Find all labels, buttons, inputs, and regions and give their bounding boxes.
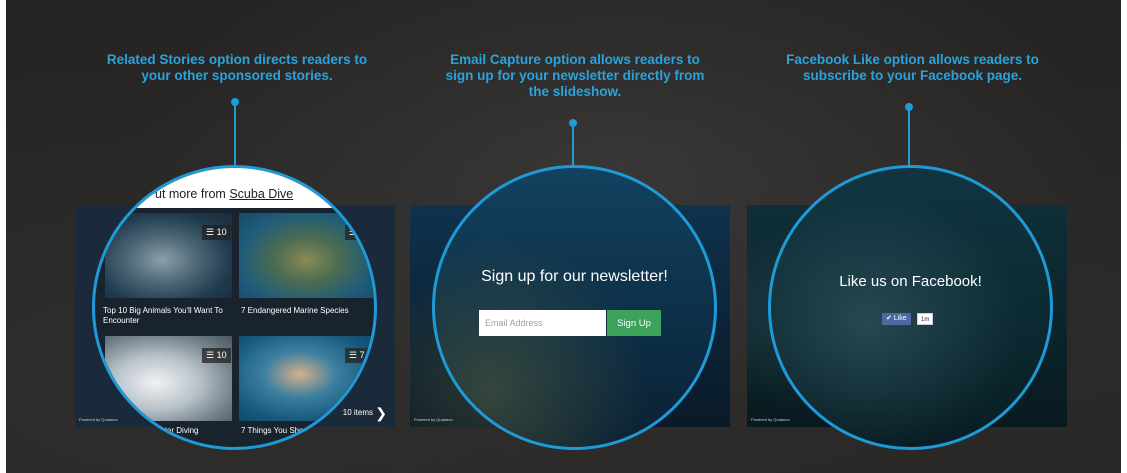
facebook-magnifier: Like us on Facebook! ✔ Like 1m 5 items ❯ <box>768 165 1053 450</box>
list-count-badge: ☰ 7 <box>345 348 369 363</box>
source-link[interactable]: Scuba Dive <box>229 187 293 201</box>
related-stories-magnifier: ut more from Scuba Dive ☰ 10 Top 10 Big … <box>92 165 377 450</box>
list-icon: ☰ <box>349 350 360 360</box>
items-count: 5 items <box>1022 408 1048 417</box>
related-caption: Related Stories option directs readers t… <box>106 52 368 83</box>
powered-by-label: Powered by Qualaroo <box>751 417 790 422</box>
connector-stem <box>908 107 910 167</box>
newsletter-magnifier: Sign up for our newsletter! Sign Up 7 it… <box>432 165 717 450</box>
connector-stem <box>234 102 236 167</box>
story-title[interactable]: Water Diving <box>153 426 233 436</box>
items-count: 7 items <box>687 408 713 417</box>
connector-stem <box>572 123 574 167</box>
email-field[interactable] <box>479 310 606 336</box>
story-title[interactable]: Top 10 Big Animals You'll Want To Encoun… <box>103 306 233 326</box>
story-title[interactable]: 7 Things You Shoul on a Dive <box>241 426 361 436</box>
list-icon: ☰ <box>206 350 217 360</box>
facebook-title: Like us on Facebook! <box>839 273 982 290</box>
left-margin <box>0 0 6 473</box>
like-count-bubble: 1m <box>917 313 934 325</box>
right-margin <box>1121 0 1127 473</box>
chevron-right-icon[interactable]: ❯ <box>375 406 387 420</box>
facebook-like-button[interactable]: ✔ Like <box>882 313 911 325</box>
list-count-badge: ☰ <box>345 225 362 240</box>
check-icon: ✔ <box>886 315 894 322</box>
related-heading: ut more from Scuba Dive <box>95 168 374 208</box>
sign-up-button[interactable]: Sign Up <box>607 310 661 336</box>
list-count-badge: ☰ 10 <box>202 348 231 363</box>
facebook-caption: Facebook Like option allows readers to s… <box>786 52 1039 83</box>
list-icon: ☰ <box>206 227 217 237</box>
list-icon: ☰ <box>349 227 358 237</box>
email-caption: Email Capture option allows readers to s… <box>445 52 705 99</box>
newsletter-title: Sign up for our newsletter! <box>481 268 668 285</box>
related-heading-prefix: ut more from <box>155 187 230 201</box>
items-count: 10 items <box>350 404 370 422</box>
list-count-badge: ☰ 10 <box>202 225 231 240</box>
powered-by-label: Powered by Qualaroo <box>414 417 453 422</box>
story-title[interactable]: 7 Endangered Marine Species <box>241 306 374 316</box>
